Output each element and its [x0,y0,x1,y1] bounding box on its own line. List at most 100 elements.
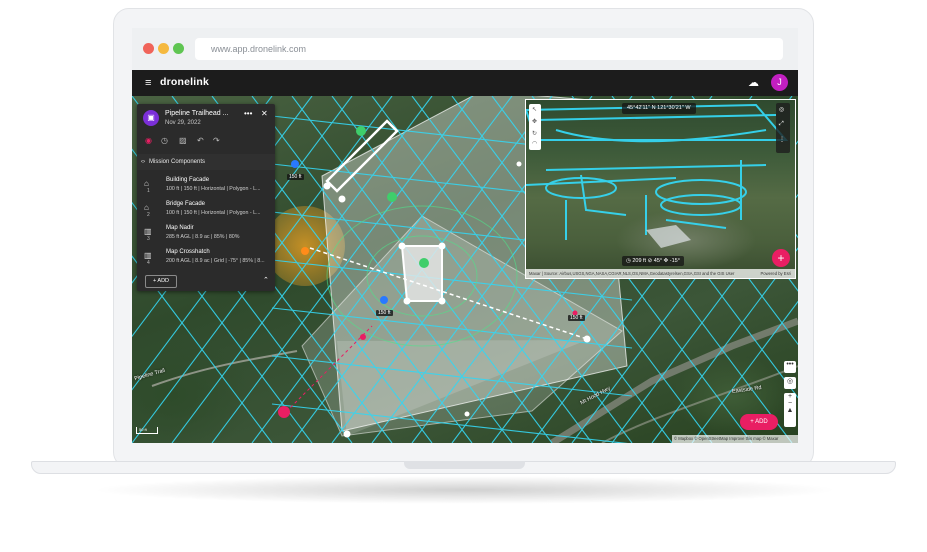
heading-value: 45° [653,258,663,264]
mission-toolbar: ◉ ◷ ▨ ↶ ↷ [137,134,275,150]
maximize-window-icon[interactable] [173,43,184,54]
component-title: Map Nadir [166,225,194,231]
rotate-icon[interactable]: ↻ [532,130,537,137]
component-number: 3 [147,236,150,242]
drone-position-icon[interactable] [291,160,299,168]
vertex-marker[interactable] [403,297,411,305]
altitude-label: 150 ft [568,315,585,321]
vertex-marker[interactable] [516,161,522,167]
hamburger-menu-icon[interactable]: ≡ [145,78,155,89]
component-title: Bridge Facade [166,201,206,207]
map-scale: 50 ft [136,427,158,434]
close-icon[interactable]: ✕ [261,109,268,118]
component-marker[interactable] [387,192,397,202]
component-number: 1 [147,188,150,194]
compass-icon[interactable]: ▲ [784,407,796,414]
component-number: 4 [147,260,150,266]
component-desc: 100 ft | 150 ft | Horizontal | Polygon -… [166,210,261,216]
component-item[interactable]: ⌂ 1 Building Facade 100 ft | 150 ft | Ho… [137,174,275,196]
map-view[interactable]: 150 ft 150 ft 150 ft Pipeline Trail East… [132,96,798,443]
image-icon[interactable]: ▨ [179,136,187,145]
cloud-upload-icon[interactable]: ☁ [748,76,759,89]
altitude-value: 209 ft [632,258,647,264]
move-icon[interactable]: ✥ [532,118,537,125]
expand-icon[interactable]: ⤢ [779,121,784,128]
add-component-button[interactable]: + ADD [145,275,177,288]
url-bar[interactable]: www.app.dronelink.com [195,38,783,60]
component-desc: 200 ft AGL | 8.9 ac | Grid | -75° | 85% … [166,258,265,264]
zoom-controls: + − ▲ [784,393,796,427]
component-number: 2 [147,212,150,218]
component-desc: 285 ft AGL | 8.9 ac | 85% | 80% [166,234,240,240]
locate-icon[interactable]: ◎ [784,377,796,389]
vertex-marker[interactable] [438,242,446,250]
vertex-marker[interactable] [398,242,406,250]
component-item[interactable]: ▥ 4 Map Crosshatch 200 ft AGL | 8.9 ac |… [137,246,275,268]
gimbal-value: -15° [669,258,680,264]
minimize-window-icon[interactable] [158,43,169,54]
preview-controls: ↖ ✥ ↻ ◠ [529,104,541,150]
vertex-marker[interactable] [343,430,351,438]
building-footprint[interactable] [400,245,443,302]
mission-title[interactable]: Pipeline Trailhead ... [165,110,228,117]
tilt-icon[interactable]: ◠ [532,140,537,147]
hide-icon[interactable]: ◎ [779,106,784,113]
component-item[interactable]: ⌂ 2 Bridge Facade 100 ft | 150 ft | Hori… [137,198,275,220]
map-controls: ••• ◎ + − ▲ [784,361,796,443]
laptop-notch [404,461,525,469]
drone-position-icon[interactable] [380,296,388,304]
browser-bar: www.app.dronelink.com [132,28,798,70]
vertex-marker[interactable] [464,411,470,417]
mission-header: ▣ Pipeline Trailhead ... Nov 29, 2022 ••… [137,104,275,132]
close-window-icon[interactable] [143,43,154,54]
vertex-marker[interactable] [583,335,591,343]
3d-preview-window[interactable]: 45°42'11" N 121°30'21" W ↖ ✥ ↻ ◠ ◎ ⤢ ⋮ ◷… [525,99,796,279]
altitude-label: 150 ft [376,310,393,316]
chevron-code-icon: ‹› [141,159,145,165]
avatar[interactable]: J [771,74,788,91]
clock-icon[interactable]: ◷ [161,136,168,145]
component-title: Map Crosshatch [166,249,210,255]
cursor-icon[interactable]: ↖ [532,106,537,113]
mission-date: Nov 29, 2022 [165,120,201,126]
chevron-up-icon[interactable]: ⌃ [263,276,269,284]
component-marker[interactable] [356,126,366,136]
takeoff-icon[interactable] [278,406,290,418]
mission-icon: ▣ [143,110,159,126]
zoom-out-icon[interactable]: − [784,400,796,407]
components-label: Mission Components [149,159,206,165]
preview-attribution: Maxar | Source: Airbus,USGS,NGA,NASA,CGI… [526,269,795,278]
brand-logo: dronelink [160,76,210,88]
more-options-icon[interactable]: ••• [244,109,252,118]
more-options-icon[interactable]: ⋮ [779,136,785,143]
laptop-shadow [90,476,840,504]
drone-tool-icon[interactable]: ◉ [145,136,152,145]
screen: www.app.dronelink.com ≡ dronelink ☁ J 15… [132,28,798,443]
preview-options: ◎ ⤢ ⋮ [776,103,790,153]
undo-icon[interactable]: ↶ [197,136,204,145]
app-header: ≡ dronelink ☁ J [132,70,798,96]
telemetry-readout: ◷ 209 ft ⊘ 45° ✥ -15° [622,256,684,266]
zoom-in-icon[interactable]: + [784,393,796,400]
mission-panel: ▣ Pipeline Trailhead ... Nov 29, 2022 ••… [137,104,275,291]
preview-flight-paths [526,103,789,248]
vertex-marker[interactable] [323,182,331,190]
component-item[interactable]: ▥ 3 Map Nadir 285 ft AGL | 8.9 ac | 85% … [137,222,275,244]
coordinates-badge: 45°42'11" N 121°30'21" W [622,103,696,114]
component-desc: 100 ft | 150 ft | Horizontal | Polygon -… [166,186,261,192]
redo-icon[interactable]: ↷ [213,136,220,145]
mission-components-header[interactable]: ‹› Mission Components [137,154,275,170]
vertex-marker[interactable] [338,195,346,203]
component-marker[interactable] [419,258,429,268]
add-fab-button[interactable]: + [772,249,790,267]
altitude-label: 150 ft [287,174,304,180]
component-title: Building Facade [166,177,210,183]
more-options-icon[interactable]: ••• [784,361,796,373]
map-attribution[interactable]: © Mapbox © OpenStreetMap Improve this ma… [672,435,798,443]
add-button[interactable]: + ADD [740,414,778,430]
powered-by[interactable]: Powered by Esri [761,269,792,278]
vertex-marker[interactable] [438,297,446,305]
waypoint-marker[interactable] [360,334,366,340]
poi-icon[interactable] [301,247,309,255]
preview-attribution-text: Maxar | Source: Airbus,USGS,NGA,NASA,CGI… [529,271,735,276]
